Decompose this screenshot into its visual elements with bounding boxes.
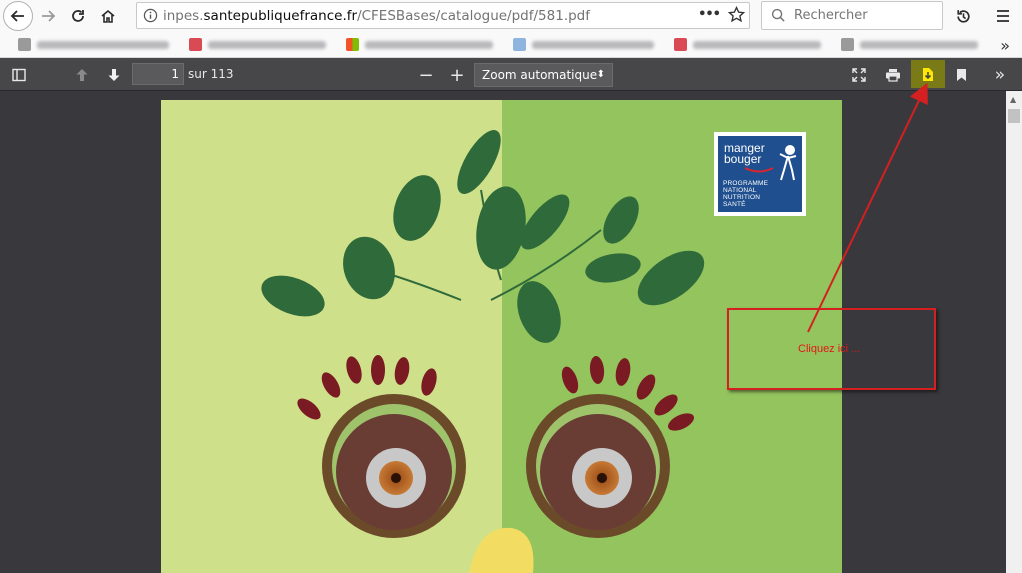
home-icon (101, 9, 115, 23)
pdf-toolbar: 1 sur 113 − + Zoom automatique ⬍ » (0, 58, 1022, 91)
blurred-bookmark-label (365, 40, 493, 49)
apple-figure-icon (779, 145, 797, 181)
bookmark-favicon-icon (513, 38, 526, 51)
logo-program-line: PROGRAMME (723, 180, 769, 187)
blurred-bookmark-label (693, 40, 821, 49)
zoom-select-value: Zoom automatique (482, 68, 598, 82)
blurred-bookmark-label (208, 40, 326, 49)
bookmark-item[interactable] (346, 38, 493, 51)
search-input[interactable] (794, 8, 934, 23)
download-icon (923, 67, 933, 81)
blurred-bookmark-label (532, 40, 654, 49)
url-actions: ••• (698, 6, 745, 23)
hamburger-menu-icon (997, 10, 1009, 22)
logo-swoosh-icon (744, 167, 774, 173)
reload-icon (72, 10, 84, 22)
printer-icon (886, 69, 900, 82)
annotation-text: Cliquez ici ... (798, 343, 861, 355)
bookmark-favicon-icon (674, 38, 687, 51)
home-button[interactable] (93, 1, 123, 31)
site-info-button[interactable] (137, 8, 163, 23)
history-button[interactable] (948, 1, 978, 31)
page-number-input[interactable]: 1 (132, 63, 184, 85)
url-bar[interactable]: inpes.santepubliquefrance.fr/CFESBases/c… (136, 2, 750, 29)
bookmark-item[interactable] (674, 38, 821, 51)
logo-program-line: SANTÉ (723, 201, 746, 208)
bookmark-item[interactable] (189, 38, 326, 51)
nose (469, 527, 534, 573)
navigation-bar: inpes.santepubliquefrance.fr/CFESBases/c… (0, 0, 1022, 32)
url-prefix: inpes. (163, 7, 204, 24)
forward-arrow-icon (42, 10, 56, 22)
bookmark-item[interactable] (18, 38, 169, 51)
search-icon (771, 8, 785, 22)
previous-page-button[interactable] (72, 63, 92, 87)
bookmarks-overflow-button[interactable]: » (1000, 36, 1010, 55)
arrow-up-icon (76, 69, 88, 81)
blurred-bookmark-label (37, 40, 169, 49)
logo-program-line: NATIONAL (723, 187, 757, 194)
page-actions-button[interactable]: ••• (698, 7, 721, 22)
sidebar-toggle-icon (12, 68, 26, 82)
bookmark-item[interactable] (841, 38, 978, 51)
bookmark-view-button[interactable] (953, 63, 969, 87)
bookmark-favicon-icon (189, 38, 202, 51)
url-text[interactable]: inpes.santepubliquefrance.fr/CFESBases/c… (163, 8, 590, 24)
reload-button[interactable] (63, 1, 93, 31)
url-domain: santepubliquefrance.fr (203, 7, 358, 24)
zoom-caret-icon: ⬍ (596, 69, 605, 80)
menu-button[interactable] (988, 1, 1018, 31)
bookmark-favicon-icon (18, 38, 31, 51)
sidebar-toggle-button[interactable] (9, 63, 29, 87)
print-button[interactable] (883, 63, 903, 87)
page-count-label: sur 113 (188, 67, 234, 81)
back-arrow-icon (10, 10, 24, 22)
star-bookmark-icon[interactable] (728, 6, 745, 23)
scrollbar-thumb[interactable] (1008, 109, 1020, 123)
zoom-in-button[interactable]: + (448, 63, 466, 87)
download-button[interactable] (911, 60, 945, 88)
bookmark-item[interactable] (513, 38, 654, 51)
scroll-up-arrow-icon[interactable]: ▲ (1010, 95, 1016, 104)
logo-program-line: NUTRITION (723, 194, 761, 201)
manger-bouger-logo: manger bouger PROGRAMME NATIONAL NUTRITI… (714, 132, 806, 216)
vertical-scrollbar[interactable]: ▲ (1006, 91, 1022, 573)
blurred-bookmark-label (860, 40, 978, 49)
history-icon (956, 9, 970, 23)
logo-line-2: bouger (724, 152, 762, 166)
back-button[interactable] (3, 1, 33, 31)
microsoft-favicon-icon (346, 38, 359, 51)
tools-menu-button[interactable]: » (990, 63, 1010, 87)
presentation-mode-button[interactable] (850, 63, 868, 87)
search-bar[interactable] (761, 1, 943, 30)
zoom-out-button[interactable]: − (417, 63, 435, 87)
spinach-leaves (261, 130, 705, 343)
arrow-down-icon (108, 69, 120, 81)
zoom-select[interactable]: Zoom automatique ⬍ (474, 63, 613, 87)
forward-button[interactable] (33, 1, 63, 31)
bookmark-ribbon-icon (956, 69, 966, 81)
info-icon (143, 8, 157, 23)
right-eye (526, 394, 670, 538)
url-path: /CFESBases/catalogue/pdf/581.pdf (357, 7, 590, 24)
next-page-button[interactable] (104, 63, 124, 87)
bookmarks-toolbar: » (0, 32, 1022, 58)
left-eye (322, 394, 466, 538)
bookmark-favicon-icon (841, 38, 854, 51)
fullscreen-icon (852, 68, 866, 82)
